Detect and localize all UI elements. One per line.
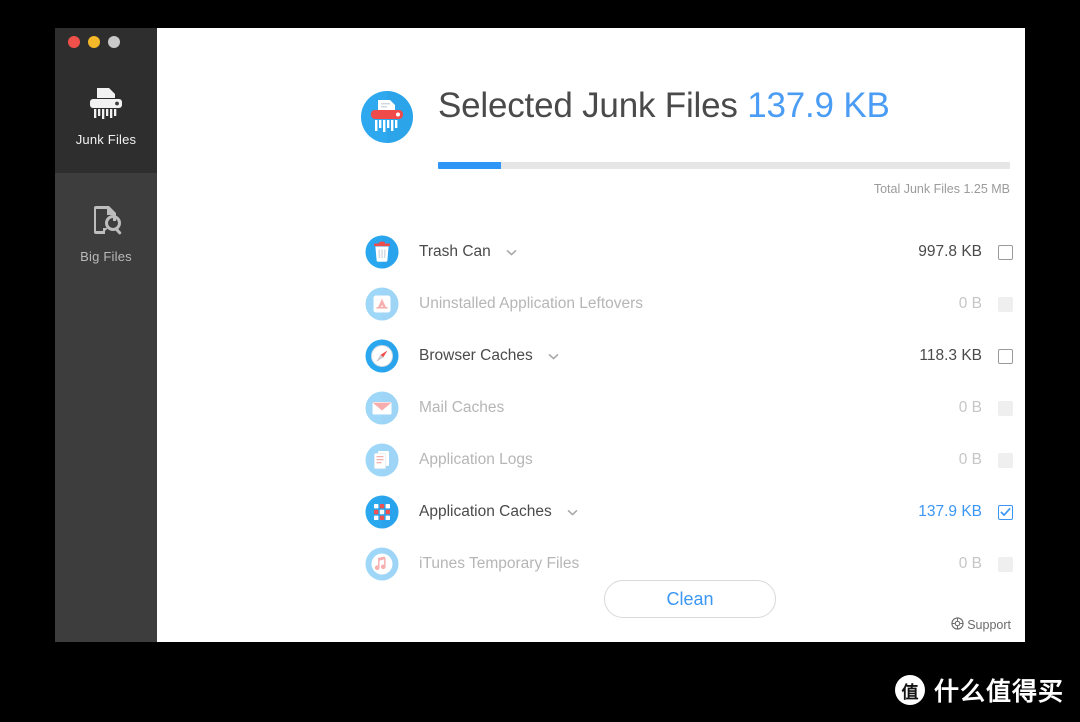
row-checkbox[interactable] <box>998 244 1013 260</box>
watermark-logo: 值 <box>894 675 925 705</box>
launchpad-grid-icon <box>365 495 399 529</box>
sidebar-item-label: Junk Files <box>75 131 137 147</box>
screen: Junk Files Big Files Selected Junk Files… <box>0 0 1080 722</box>
table-row: Uninstalled Application Leftovers 0 B <box>360 278 1013 330</box>
itunes-note-icon <box>365 547 399 581</box>
row-checkbox <box>998 452 1013 468</box>
row-checkbox[interactable] <box>998 504 1013 520</box>
row-size: 0 B <box>958 399 982 416</box>
minimize-button[interactable] <box>88 36 100 48</box>
total-junk-files-label: Total Junk Files 1.25 MB <box>873 182 1010 196</box>
title-bar <box>55 28 157 56</box>
row-size: 137.9 KB <box>918 503 982 520</box>
header: Selected Junk Files 137.9 KB Total Junk … <box>360 88 1010 196</box>
junk-category-list: Trash Can 997.8 KB Uninstalled Applicati… <box>360 226 1013 590</box>
shredder-circle-icon <box>360 90 414 144</box>
mail-envelope-icon <box>365 391 399 425</box>
app-store-icon <box>365 287 399 321</box>
trash-can-icon <box>365 235 399 269</box>
documents-stack-icon <box>365 443 399 477</box>
chevron-down-icon[interactable] <box>547 350 560 363</box>
sidebar-item-big-files[interactable]: Big Files <box>55 173 157 290</box>
row-size: 0 B <box>958 451 982 468</box>
table-row[interactable]: Application Caches 137.9 KB <box>360 486 1013 538</box>
safari-compass-icon <box>365 339 399 373</box>
row-label: iTunes Temporary Files <box>419 555 580 572</box>
chevron-down-icon[interactable] <box>566 506 579 519</box>
row-size: 997.8 KB <box>918 243 982 260</box>
life-ring-icon <box>951 617 964 633</box>
sidebar-item-junk-files[interactable]: Junk Files <box>55 56 157 173</box>
support-label: Support <box>967 618 1011 632</box>
chevron-down-icon[interactable] <box>505 246 518 259</box>
file-search-icon <box>85 200 127 240</box>
row-label: Application Logs <box>419 451 533 468</box>
progress-bar-fill <box>438 162 501 169</box>
main-panel: Selected Junk Files 137.9 KB Total Junk … <box>157 28 1025 642</box>
row-size: 118.3 KB <box>919 347 982 364</box>
page-title: Selected Junk Files 137.9 KB <box>438 88 890 123</box>
maximize-button[interactable] <box>108 36 120 48</box>
table-row[interactable]: Browser Caches 118.3 KB <box>360 330 1013 382</box>
close-button[interactable] <box>68 36 80 48</box>
row-checkbox <box>998 296 1013 312</box>
row-checkbox <box>998 556 1013 572</box>
row-checkbox <box>998 400 1013 416</box>
row-label: Browser Caches <box>419 347 533 364</box>
sidebar: Junk Files Big Files <box>55 28 157 642</box>
app-window: Junk Files Big Files Selected Junk Files… <box>55 28 1025 642</box>
watermark: 值 什么值得买 <box>894 672 1064 708</box>
row-label: Uninstalled Application Leftovers <box>419 295 644 312</box>
table-row: Application Logs 0 B <box>360 434 1013 486</box>
selected-size-value: 137.9 KB <box>747 86 890 125</box>
page-title-text: Selected Junk Files <box>438 86 738 125</box>
sidebar-item-label: Big Files <box>80 248 132 264</box>
progress-bar <box>438 162 1010 169</box>
shredder-icon <box>85 83 127 123</box>
row-label: Mail Caches <box>419 399 505 416</box>
row-size: 0 B <box>958 555 982 572</box>
table-row[interactable]: Trash Can 997.8 KB <box>360 226 1013 278</box>
row-size: 0 B <box>958 295 982 312</box>
row-label: Application Caches <box>419 503 552 520</box>
support-link[interactable]: Support <box>951 617 1011 633</box>
row-checkbox[interactable] <box>998 348 1013 364</box>
watermark-text: 什么值得买 <box>933 677 1064 706</box>
row-label: Trash Can <box>419 243 491 260</box>
clean-button[interactable]: Clean <box>604 580 776 618</box>
table-row: Mail Caches 0 B <box>360 382 1013 434</box>
